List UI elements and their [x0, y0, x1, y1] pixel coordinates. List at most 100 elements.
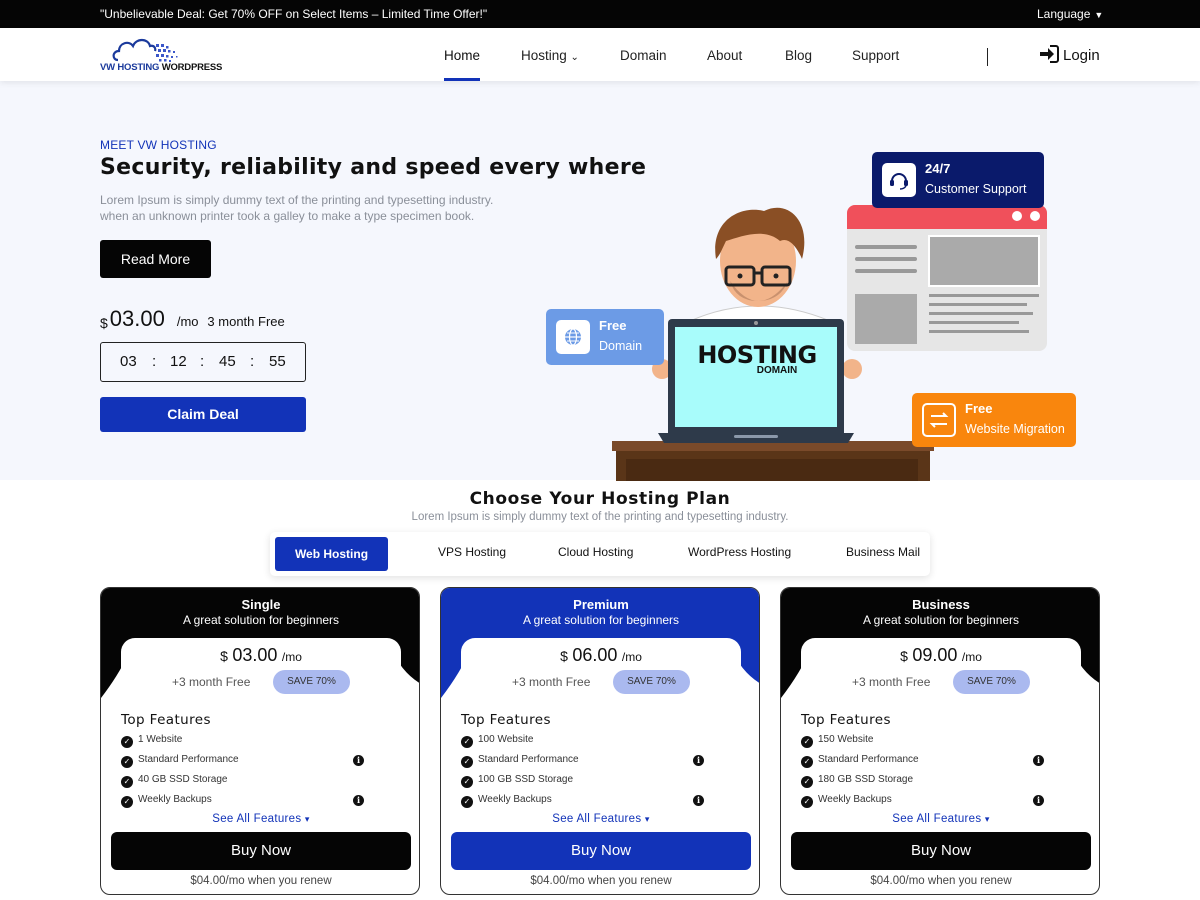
- price-box: $ 09.00 /mo +3 month Free SAVE 70%: [801, 638, 1081, 700]
- tab-cloud-hosting[interactable]: Cloud Hosting: [558, 545, 633, 559]
- timer-seconds: 45: [219, 353, 236, 370]
- plan-name: Premium: [573, 597, 629, 612]
- save-badge: SAVE 70%: [953, 670, 1030, 694]
- save-badge: SAVE 70%: [273, 670, 350, 694]
- plan-tagline: A great solution for beginners: [182, 613, 340, 627]
- headset-icon: [882, 163, 916, 197]
- info-icon[interactable]: i: [1033, 755, 1044, 766]
- feature-item: ✓ 100 Website: [461, 734, 533, 748]
- plan-extra: +3 month Free: [172, 675, 251, 689]
- check-circle-icon: ✓: [801, 756, 813, 768]
- language-selector[interactable]: Language ▼: [1037, 7, 1103, 21]
- promo-text: "Unbelievable Deal: Get 70% OFF on Selec…: [100, 7, 488, 21]
- migration-badge-sub: Website Migration: [965, 422, 1065, 436]
- migration-badge-title: Free: [965, 401, 993, 416]
- timer-frames: 55: [269, 353, 286, 370]
- feature-item: ✓ Standard Performance: [801, 754, 919, 768]
- feature-label: Standard Performance: [818, 754, 919, 765]
- tab-web-hosting[interactable]: Web Hosting: [275, 537, 388, 571]
- pricing-card-business: Business A great solution for beginners …: [780, 587, 1100, 895]
- check-circle-icon: ✓: [801, 736, 813, 748]
- free-migration-badge: Free Website Migration: [912, 393, 1076, 447]
- chevron-down-icon: ▾: [304, 814, 310, 824]
- tab-wordpress-hosting[interactable]: WordPress Hosting: [688, 545, 791, 559]
- timer-sep: :: [152, 353, 157, 370]
- feature-item: ✓ Weekly Backups: [121, 794, 212, 808]
- globe-icon: [556, 320, 590, 354]
- check-circle-icon: ✓: [121, 736, 133, 748]
- nav-hosting[interactable]: Hosting ⌄: [521, 48, 579, 63]
- plans-subtitle: Lorem Ipsum is simply dummy text of the …: [411, 511, 789, 523]
- check-circle-icon: ✓: [461, 776, 473, 788]
- check-circle-icon: ✓: [461, 796, 473, 808]
- login-button[interactable]: Login: [1039, 45, 1100, 64]
- info-icon[interactable]: i: [353, 795, 364, 806]
- feature-item: ✓ 180 GB SSD Storage: [801, 774, 913, 788]
- tab-vps-hosting[interactable]: VPS Hosting: [438, 545, 506, 559]
- nav-domain[interactable]: Domain: [620, 48, 667, 63]
- feature-label: 100 Website: [478, 734, 534, 745]
- plans-title: Choose Your Hosting Plan: [469, 489, 731, 509]
- timer-hours: 03: [120, 353, 137, 370]
- feature-item: ✓ 40 GB SSD Storage: [121, 774, 228, 788]
- feature-label: 150 Website: [818, 734, 874, 745]
- login-icon: [1040, 45, 1059, 63]
- feature-label: 1 Website: [138, 734, 183, 745]
- buy-now-button[interactable]: Buy Now: [451, 832, 751, 870]
- renew-price: $04.00/mo when you renew: [870, 875, 1012, 887]
- support-badge: 24/7 Customer Support: [872, 152, 1044, 208]
- active-underline: [444, 78, 481, 81]
- nav-support[interactable]: Support: [852, 48, 899, 63]
- price-box: $ 06.00 /mo +3 month Free SAVE 70%: [461, 638, 741, 700]
- info-icon[interactable]: i: [693, 755, 704, 766]
- feature-label: 100 GB SSD Storage: [478, 774, 574, 785]
- plan-name: Business: [912, 597, 970, 612]
- feature-item: ✓ 100 GB SSD Storage: [461, 774, 573, 788]
- buy-now-button[interactable]: Buy Now: [111, 832, 411, 870]
- nav-about[interactable]: About: [707, 48, 742, 63]
- plan-tagline: A great solution for beginners: [862, 613, 1020, 627]
- language-label: Language: [1037, 7, 1091, 21]
- swap-arrows-icon: [922, 403, 956, 437]
- feature-item: ✓ Weekly Backups: [461, 794, 552, 808]
- hero-illustration: HOSTING DOMAIN 24/7 Customer Support Fre…: [540, 141, 1100, 481]
- plan-extra: +3 month Free: [512, 675, 591, 689]
- plan-name: Single: [241, 597, 281, 612]
- support-badge-sub: Customer Support: [925, 182, 1027, 196]
- site-logo[interactable]: VW HOSTING WORDPRESS: [100, 36, 222, 74]
- nav-home[interactable]: Home: [444, 48, 481, 81]
- info-icon[interactable]: i: [353, 755, 364, 766]
- info-icon[interactable]: i: [693, 795, 704, 806]
- see-all-features-link[interactable]: See All Features ▾: [101, 813, 419, 825]
- check-circle-icon: ✓: [121, 796, 133, 808]
- claim-deal-button[interactable]: Claim Deal: [100, 397, 306, 432]
- info-icon[interactable]: i: [1033, 795, 1044, 806]
- feature-label: Standard Performance: [478, 754, 579, 765]
- check-circle-icon: ✓: [121, 756, 133, 768]
- renew-price: $04.00/mo when you renew: [190, 875, 332, 887]
- check-circle-icon: ✓: [801, 776, 813, 788]
- domain-badge-sub: Domain: [599, 339, 643, 353]
- see-all-features-link[interactable]: See All Features ▾: [441, 813, 759, 825]
- chevron-down-icon: ▼: [1094, 10, 1104, 20]
- nav-divider: [987, 48, 988, 66]
- feature-label: 40 GB SSD Storage: [138, 774, 228, 785]
- main-navbar: VW HOSTING WORDPRESS Home Hosting ⌄ Doma…: [0, 28, 1200, 81]
- chevron-down-icon: ▾: [644, 814, 650, 824]
- read-more-button[interactable]: Read More: [100, 240, 211, 278]
- timer-minutes: 12: [170, 353, 187, 370]
- plan-price: $ 06.00 /mo: [560, 645, 642, 665]
- see-all-features-link[interactable]: See All Features ▾: [781, 813, 1099, 825]
- nav-blog[interactable]: Blog: [785, 48, 812, 63]
- pricing-card-single: Single A great solution for beginners $ …: [100, 587, 420, 895]
- feature-label: Weekly Backups: [818, 794, 892, 805]
- feature-item: ✓ 1 Website: [121, 734, 182, 748]
- check-circle-icon: ✓: [461, 736, 473, 748]
- promo-bar: "Unbelievable Deal: Get 70% OFF on Selec…: [0, 0, 1200, 28]
- pricing-card-premium: Premium A great solution for beginners $…: [440, 587, 760, 895]
- feature-label: Standard Performance: [138, 754, 239, 765]
- feature-label: Weekly Backups: [478, 794, 552, 805]
- plan-price: $ 09.00 /mo: [900, 645, 982, 665]
- buy-now-button[interactable]: Buy Now: [791, 832, 1091, 870]
- tab-business-mail[interactable]: Business Mail: [846, 545, 920, 559]
